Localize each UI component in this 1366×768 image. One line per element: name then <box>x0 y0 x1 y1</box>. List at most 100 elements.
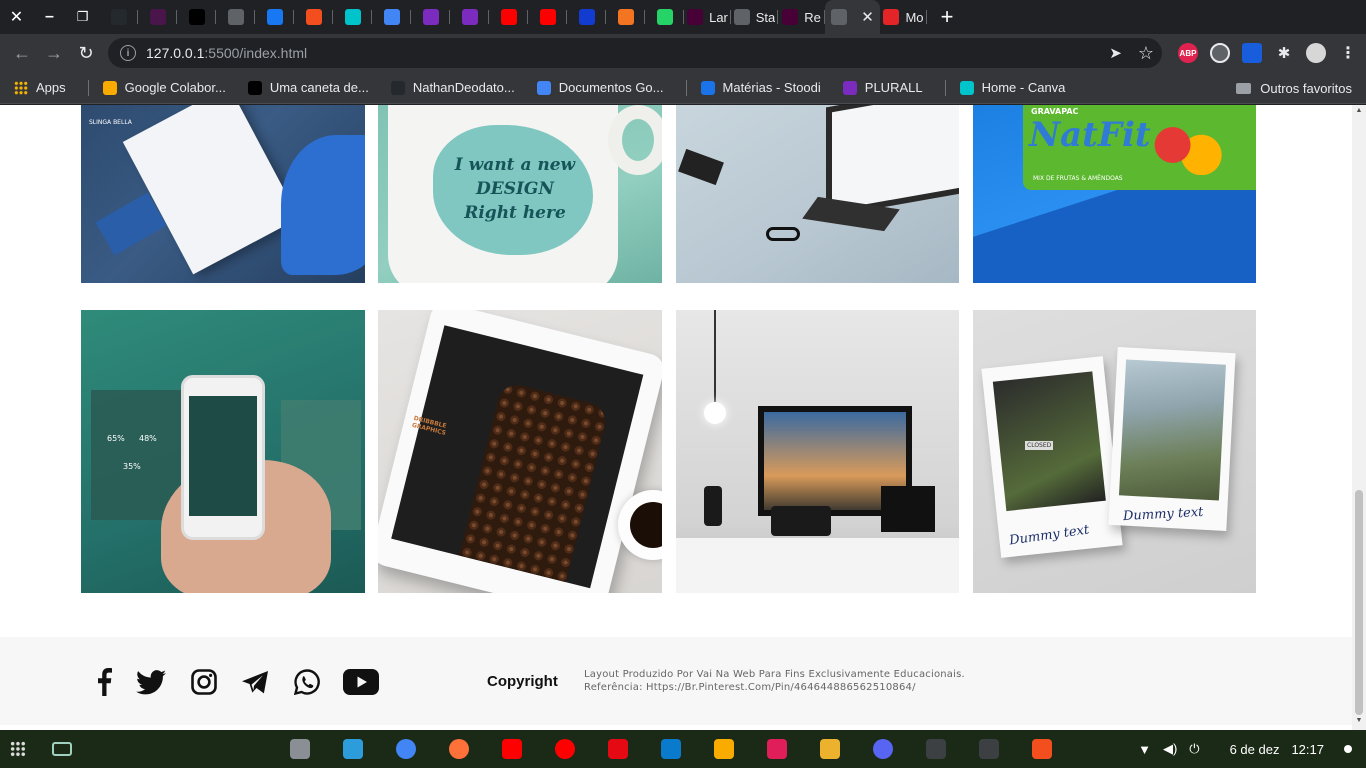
credits-line-2[interactable]: Referência: Https://Br.Pinterest.Com/Pin… <box>584 681 965 694</box>
files-icon[interactable] <box>290 739 310 759</box>
bookmark-item[interactable]: Home - Canva <box>959 80 1065 95</box>
youtube-icon[interactable] <box>343 665 379 699</box>
bookmark-item[interactable]: Matérias - Stoodi <box>700 80 821 95</box>
keep-icon[interactable] <box>714 739 734 759</box>
browser-tab[interactable] <box>372 0 411 34</box>
youtube-icon[interactable] <box>502 739 522 759</box>
terminal-icon[interactable] <box>926 739 946 759</box>
address-bar[interactable]: i 127.0.0.1:5500/index.html ➤ ☆ <box>108 38 1162 68</box>
bookmark-item[interactable]: NathanDeodato... <box>390 80 515 95</box>
youtube-music-icon[interactable] <box>555 739 575 759</box>
scrollbar-thumb[interactable] <box>1355 490 1363 715</box>
tab-label: Lar <box>709 9 728 25</box>
slack-icon[interactable] <box>767 739 787 759</box>
browser-tab[interactable] <box>177 0 216 34</box>
facebook-icon[interactable] <box>92 665 116 699</box>
browser-tab[interactable] <box>567 0 606 34</box>
smartphone <box>181 375 265 540</box>
browser-tab[interactable]: Sta <box>731 0 778 34</box>
firefox-icon[interactable] <box>449 739 469 759</box>
figma-icon[interactable] <box>1032 739 1052 759</box>
discord-icon[interactable] <box>873 739 893 759</box>
portfolio-item-mobile-app[interactable]: 65% 48% 35% <box>81 310 365 593</box>
instagram-icon[interactable] <box>190 665 218 699</box>
hashtag-icon[interactable] <box>820 739 840 759</box>
browser-tab[interactable] <box>255 0 294 34</box>
wifi-icon: ▼ <box>1138 741 1151 757</box>
tray-time: 12:17 <box>1291 741 1324 757</box>
browser-tab[interactable] <box>99 0 138 34</box>
portfolio-item-snack-pack[interactable]: GRAVAPAC NatFit MIX DE FRUTAS & AMÊNDOAS <box>973 105 1256 283</box>
tablet <box>378 310 662 593</box>
browser-tab[interactable] <box>489 0 528 34</box>
browser-menu-icon[interactable]: ⋮ <box>1338 43 1358 63</box>
browser-tab[interactable] <box>645 0 684 34</box>
launcher-icon[interactable] <box>10 741 26 757</box>
portfolio-item-mug[interactable]: I want a new DESIGN Right here <box>378 105 662 283</box>
telegram-icon[interactable] <box>240 665 270 699</box>
browser-tab[interactable]: Re <box>778 0 825 34</box>
browser-tab[interactable] <box>333 0 372 34</box>
restore-window-button[interactable]: ❐ <box>66 0 99 34</box>
browser-tab[interactable]: Mo <box>880 0 927 34</box>
forward-button[interactable]: → <box>38 37 70 69</box>
minimize-icon: – <box>45 8 54 25</box>
bookmark-item[interactable]: Google Colabor... <box>102 80 226 95</box>
browser-tab[interactable] <box>294 0 333 34</box>
back-button[interactable]: ← <box>6 37 38 69</box>
new-tab-button[interactable]: + <box>927 0 967 34</box>
browser-tab[interactable] <box>216 0 255 34</box>
browser-tab[interactable]: Lar <box>684 0 731 34</box>
browser-tab[interactable]: ✕ <box>825 0 880 34</box>
browser-tab[interactable] <box>411 0 450 34</box>
terminal-icon[interactable] <box>979 739 999 759</box>
bookmark-item[interactable]: Documentos Go... <box>536 80 664 95</box>
bitwarden-icon[interactable] <box>1242 43 1262 63</box>
puzzle-extensions-icon[interactable]: ✱ <box>1274 43 1294 63</box>
bookmark-item[interactable]: Uma caneta de... <box>247 80 369 95</box>
portfolio-item-tablet-coffee[interactable]: DRIBBBLE GRAPHICS <box>378 310 662 593</box>
minimize-window-button[interactable]: – <box>33 0 66 34</box>
twitter-icon[interactable] <box>135 665 167 699</box>
send-to-devices-icon[interactable]: ➤ <box>1109 44 1122 62</box>
browser-tab[interactable] <box>138 0 177 34</box>
smartphone-screen <box>189 396 257 516</box>
bookmark-item[interactable]: PLURALL <box>842 80 923 95</box>
bookmark-label: PLURALL <box>864 80 923 95</box>
browser-tab[interactable] <box>606 0 645 34</box>
snack-subtitle: MIX DE FRUTAS & AMÊNDOAS <box>1033 175 1123 182</box>
overview-icon[interactable] <box>52 742 72 756</box>
chrome-icon[interactable] <box>396 739 416 759</box>
portfolio-item-stationery[interactable]: SLINGA BELLA <box>81 105 365 283</box>
close-tab-icon[interactable]: ✕ <box>861 8 874 26</box>
extension-gauge-icon[interactable] <box>1210 43 1230 63</box>
reload-button[interactable]: ↻ <box>70 37 102 69</box>
whatsapp-icon[interactable] <box>293 665 321 699</box>
browser-tab[interactable] <box>450 0 489 34</box>
bookmark-star-icon[interactable]: ☆ <box>1138 43 1154 64</box>
tab-label: Re <box>804 9 821 25</box>
vscode-icon[interactable] <box>661 739 681 759</box>
url-path: :5500/index.html <box>204 45 308 61</box>
netflix-icon[interactable] <box>608 739 628 759</box>
codepen-icon <box>188 9 205 25</box>
system-tray[interactable]: ▼ ◀) ⏻ 6 de dez 12:17 <box>1138 730 1352 768</box>
site-info-icon[interactable]: i <box>120 45 136 61</box>
globe-icon <box>733 9 750 25</box>
avatar[interactable] <box>1306 43 1326 63</box>
github-icon <box>110 9 127 25</box>
portfolio-item-workspace[interactable] <box>676 105 959 283</box>
close-window-button[interactable]: ✕ <box>0 0 33 34</box>
portfolio-item-photography[interactable] <box>676 310 959 593</box>
page-scrollbar[interactable]: ▲ ▼ <box>1352 105 1366 730</box>
store-icon[interactable] <box>343 739 363 759</box>
portfolio-item-polaroids[interactable]: Dummy text CLOSED Dummy text <box>973 310 1256 593</box>
browser-tab[interactable] <box>528 0 567 34</box>
bookmark-item[interactable]: Apps <box>14 80 66 95</box>
scroll-down-icon[interactable]: ▼ <box>1355 717 1363 725</box>
adblock-plus-icon[interactable]: ABP <box>1178 43 1198 63</box>
other-bookmarks[interactable]: Outros favoritos <box>1236 72 1352 104</box>
youtube-music-icon <box>500 9 517 25</box>
scroll-up-icon[interactable]: ▲ <box>1355 107 1363 115</box>
site-footer: Copyright Layout Produzido Por Vai Na We… <box>0 637 1352 725</box>
